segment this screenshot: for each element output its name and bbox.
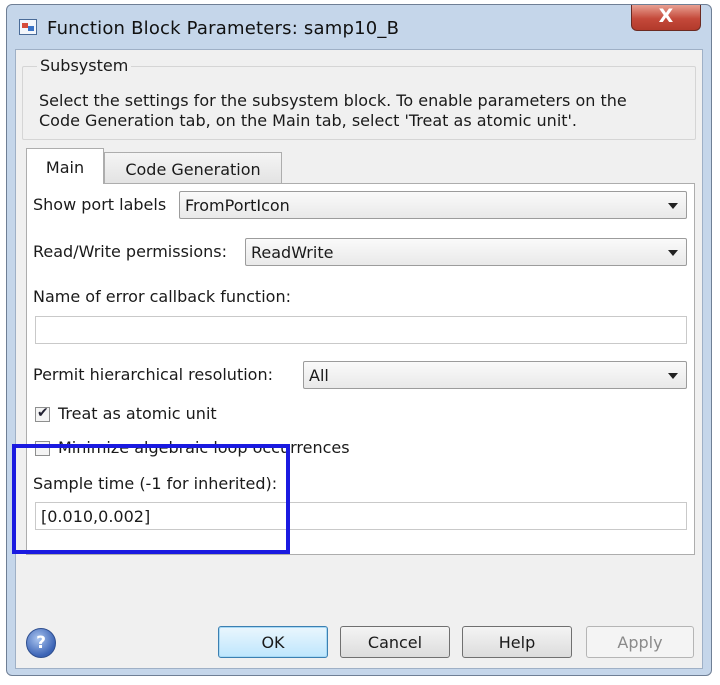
treat-atomic-label: Treat as atomic unit <box>58 404 217 423</box>
highlight-box <box>12 444 290 554</box>
block-parameters-icon <box>19 19 37 35</box>
dialog-window: Function Block Parameters: samp10_B X Su… <box>6 4 712 676</box>
close-button[interactable]: X <box>631 5 701 31</box>
description-line-1: Select the settings for the subsystem bl… <box>39 91 627 110</box>
ok-button[interactable]: OK <box>218 626 328 658</box>
subsystem-group: Subsystem Select the settings for the su… <box>22 56 696 140</box>
group-description: Select the settings for the subsystem bl… <box>39 91 689 131</box>
cancel-label: Cancel <box>367 633 423 652</box>
apply-button[interactable]: Apply <box>586 626 694 658</box>
close-icon: X <box>658 5 674 27</box>
read-write-label: Read/Write permissions: <box>33 242 228 261</box>
description-line-2: Code Generation tab, on the Main tab, se… <box>39 111 578 130</box>
help-label: Help <box>498 633 536 652</box>
checkmark-icon: ✔ <box>37 405 49 421</box>
apply-label: Apply <box>617 633 663 652</box>
show-port-labels-select[interactable]: FromPortIcon <box>179 191 687 219</box>
hierarchical-resolution-value: All <box>309 366 329 385</box>
help-icon[interactable]: ? <box>26 628 56 658</box>
error-callback-label: Name of error callback function: <box>33 287 291 306</box>
hierarchical-resolution-label: Permit hierarchical resolution: <box>33 365 273 384</box>
help-button[interactable]: Help <box>462 626 572 658</box>
error-callback-input[interactable] <box>35 316 687 344</box>
dialog-client-area: Subsystem Select the settings for the su… <box>15 49 703 669</box>
treat-atomic-checkbox[interactable]: ✔ <box>35 405 50 422</box>
chevron-down-icon <box>668 203 678 209</box>
tab-main[interactable]: Main <box>26 148 104 184</box>
chevron-down-icon <box>668 250 678 256</box>
show-port-labels-label: Show port labels <box>33 195 167 214</box>
title-bar[interactable]: Function Block Parameters: samp10_B X <box>7 5 711 49</box>
hierarchical-resolution-select[interactable]: All <box>303 361 687 389</box>
tab-code-generation-label: Code Generation <box>125 160 261 179</box>
cancel-button[interactable]: Cancel <box>340 626 450 658</box>
group-legend: Subsystem <box>37 56 132 75</box>
tab-code-generation[interactable]: Code Generation <box>104 152 282 183</box>
chevron-down-icon <box>668 373 678 379</box>
ok-label: OK <box>261 633 285 652</box>
window-title: Function Block Parameters: samp10_B <box>47 18 400 39</box>
help-icon-glyph: ? <box>36 633 46 653</box>
show-port-labels-value: FromPortIcon <box>185 196 290 215</box>
read-write-value: ReadWrite <box>251 243 334 262</box>
read-write-select[interactable]: ReadWrite <box>245 238 687 266</box>
tab-main-label: Main <box>45 158 85 177</box>
